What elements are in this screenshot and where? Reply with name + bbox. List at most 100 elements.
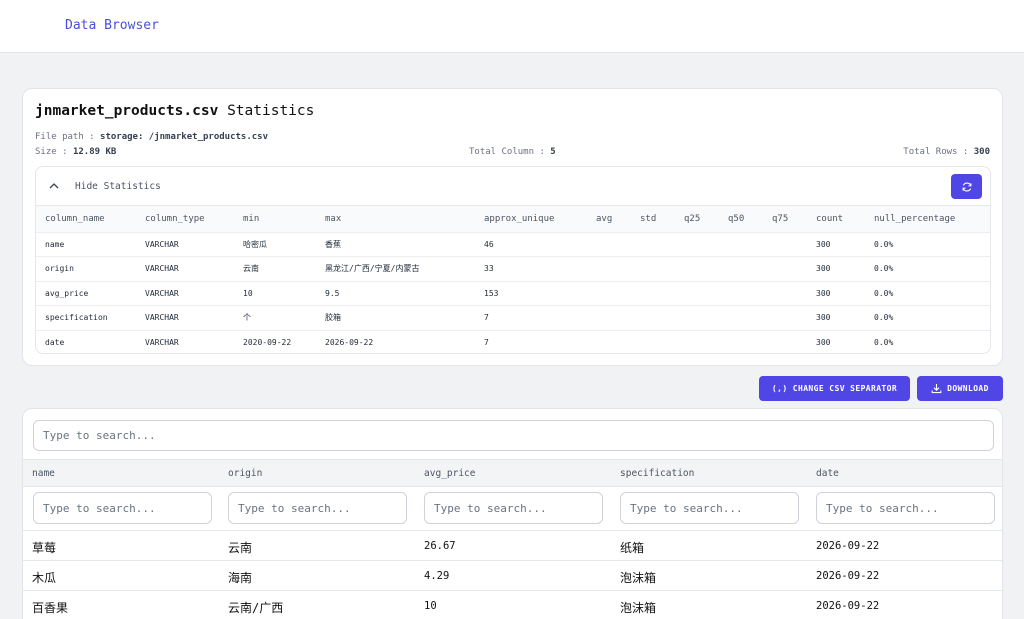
table-row[interactable]: 木瓜 海南 4.29 泡沫箱 2026-09-22 [23,560,1002,590]
statistics-cell [728,257,772,282]
stat-col-header[interactable]: approx_unique [484,206,596,232]
hide-statistics-toggle[interactable]: Hide Statistics [36,167,990,206]
statistics-cell [596,257,640,282]
total-column: Total Column : 5 [469,147,556,157]
statistics-cell: 153 [484,288,499,298]
statistics-table: column_name column_type min max approx_u… [36,206,990,353]
statistics-cell: 10 [243,288,253,298]
data-col-header-date[interactable]: date [816,468,839,479]
table-cell: 纸箱 [620,541,645,555]
specification-filter-input[interactable] [620,492,799,524]
statistics-cell [684,281,728,306]
brand-title[interactable]: Data Browser [65,18,159,33]
stat-col-header[interactable]: q50 [728,206,772,232]
statistics-cell [728,306,772,331]
download-icon [931,384,942,394]
statistics-cell: 300 [816,239,831,249]
table-cell: 4.29 [424,570,450,582]
statistics-cell: 2020-09-22 [243,338,292,347]
stat-col-header[interactable]: max [325,206,484,232]
statistics-cell: 香蕉 [325,239,341,249]
statistics-cell [596,281,640,306]
table-cell: 26.67 [424,540,456,552]
file-size-label: Size : [35,147,68,157]
statistics-cell: VARCHAR [145,239,179,249]
statistics-cell: 0.0% [874,313,894,323]
total-column-label: Total Column : [469,147,545,157]
data-col-header-origin[interactable]: origin [228,468,262,479]
total-rows-value: 300 [973,147,990,157]
statistics-cell [772,257,816,282]
statistics-cell [684,330,728,353]
statistics-cell [728,281,772,306]
origin-filter-input[interactable] [228,492,407,524]
statistics-cell [640,330,684,353]
statistics-cell: VARCHAR [145,338,179,347]
statistics-row: origin VARCHAR 云南 黑龙江/广西/宁夏/内蒙古 33 300 0.0% [36,256,990,282]
chevron-up-icon [49,183,59,189]
avg-price-filter-input[interactable] [424,492,603,524]
statistics-cell: 2026-09-22 [325,338,374,347]
download-button[interactable]: DOWNLOAD [917,376,1003,401]
date-filter-input[interactable] [816,492,995,524]
global-search-input[interactable] [33,420,994,451]
table-row[interactable]: 草莓 云南 26.67 纸箱 2026-09-22 [23,530,1002,560]
statistics-cell: 46 [484,239,494,249]
stat-col-header[interactable]: avg [596,206,640,232]
table-cell: 2026-09-22 [816,600,880,612]
statistics-cell [772,281,816,306]
file-path: File path : storage: /jnmarket_products.… [35,132,268,142]
statistics-cell [640,281,684,306]
data-col-header-avg-price[interactable]: avg_price [424,468,475,479]
statistics-cell [772,232,816,257]
stat-col-header[interactable]: min [243,206,325,232]
statistics-cell: 300 [816,288,831,298]
data-header-row: name origin avg_price specification date [23,459,1002,487]
statistics-cell: 0.0% [874,239,894,249]
statistics-cell: 0.0% [874,338,894,347]
table-cell: 木瓜 [32,571,57,585]
statistics-cell [728,232,772,257]
statistics-cell: 300 [816,264,831,274]
statistics-row: avg_price VARCHAR 10 9.5 153 300 0.0% [36,281,990,306]
statistics-cell [596,330,640,353]
table-cell: 百香果 [32,601,69,615]
data-col-header-specification[interactable]: specification [620,468,694,479]
stat-col-header[interactable]: null_percentage [874,206,990,232]
table-cell: 2026-09-22 [816,540,880,552]
refresh-button[interactable] [951,174,982,199]
statistics-cell [684,257,728,282]
statistics-cell: 300 [816,313,831,323]
stat-col-header[interactable]: column_name [36,206,145,232]
statistics-cell [684,306,728,331]
name-filter-input[interactable] [33,492,212,524]
hide-statistics-label: Hide Statistics [75,181,161,192]
statistics-cell [596,306,640,331]
statistics-cell: 黑龙江/广西/宁夏/内蒙古 [325,264,420,274]
change-csv-separator-button[interactable]: (,) CHANGE CSV SEPARATOR [759,376,910,401]
statistics-cell [640,232,684,257]
table-cell: 10 [424,600,437,612]
table-cell: 草莓 [32,541,57,555]
stat-col-header[interactable]: std [640,206,684,232]
download-label: DOWNLOAD [947,384,989,393]
statistics-cell: name [45,239,65,249]
statistics-cell [684,232,728,257]
statistics-cell: origin [45,264,74,274]
stat-col-header[interactable]: count [816,206,874,232]
data-col-header-name[interactable]: name [32,468,55,479]
statistics-cell: 33 [484,264,494,274]
statistics-card: jnmarket_products.csv Statistics File pa… [22,88,1003,366]
table-cell: 2026-09-22 [816,570,880,582]
table-row[interactable]: 百香果 云南/广西 10 泡沫箱 2026-09-22 [23,590,1002,619]
table-cell: 云南 [228,541,253,555]
stat-col-header[interactable]: q75 [772,206,816,232]
total-rows-label: Total Rows : [903,147,969,157]
statistics-cell: 7 [484,313,489,323]
statistics-header-row: column_name column_type min max approx_u… [36,206,990,232]
statistics-cell: 7 [484,338,489,347]
stat-col-header[interactable]: q25 [684,206,728,232]
stat-col-header[interactable]: column_type [145,206,243,232]
statistics-cell: VARCHAR [145,313,179,323]
statistics-cell: date [45,338,65,347]
